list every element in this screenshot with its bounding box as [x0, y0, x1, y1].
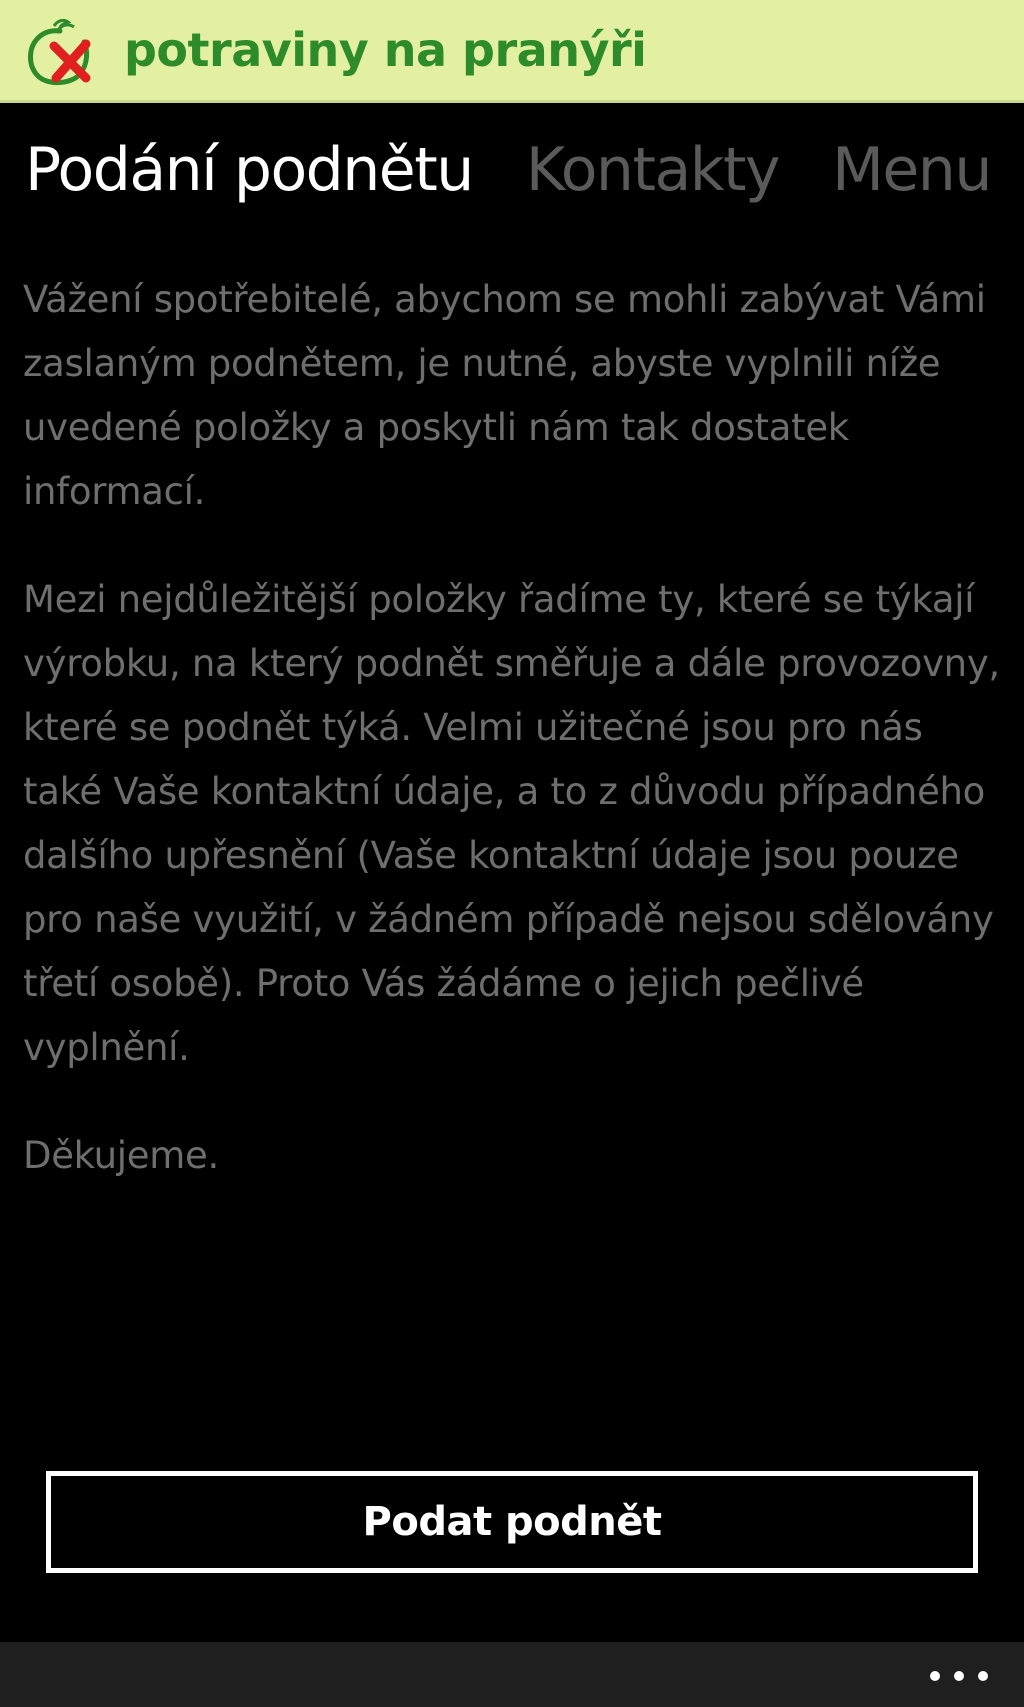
tab-kontakty[interactable]: Kontakty: [526, 130, 781, 210]
tab-podani-podnetu[interactable]: Podání podnětu: [25, 130, 474, 210]
thanks-paragraph: Děkujeme.: [23, 1134, 219, 1177]
app-root: potraviny na pranýři Podání podnětu Kont…: [0, 0, 1024, 1707]
intro-text: Vážení spotřebitelé, abychom se mohli za…: [23, 268, 1003, 1188]
app-logo-text: potraviny na pranýři: [124, 23, 647, 77]
app-header-banner: potraviny na pranýři: [0, 0, 1024, 103]
app-bar: [0, 1642, 1024, 1707]
submit-complaint-button[interactable]: Podat podnět: [46, 1471, 978, 1573]
ellipsis-icon[interactable]: [924, 1650, 994, 1700]
tab-menu[interactable]: Menu: [832, 130, 992, 210]
pivot-tabs: Podání podnětu Kontakty Menu: [25, 130, 1024, 210]
intro-paragraph: Vážení spotřebitelé, abychom se mohli za…: [23, 278, 986, 513]
tomato-x-icon: [28, 18, 91, 85]
details-paragraph: Mezi nejdůležitější položky řadíme ty, k…: [23, 578, 1000, 1069]
